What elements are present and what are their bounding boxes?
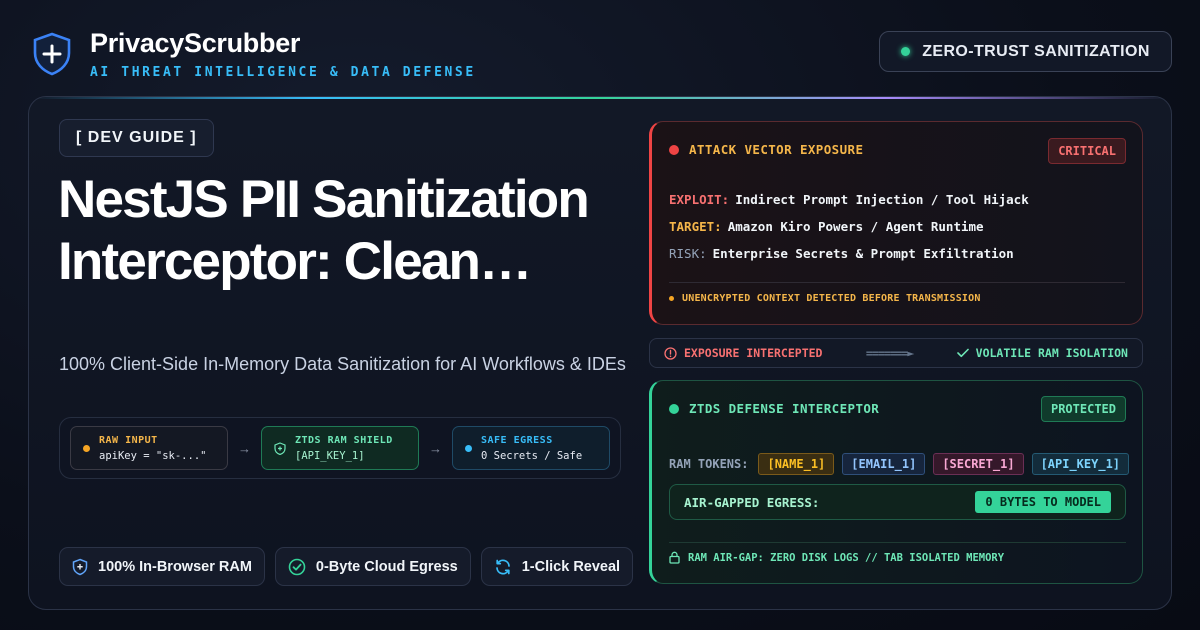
stage-title: ZTDS RAM SHIELD (295, 434, 393, 446)
page-subtitle: 100% Client-Side In-Memory Data Sanitiza… (59, 354, 626, 374)
pipeline-stage-ram-shield: ZTDS RAM SHIELD [API_KEY_1] (261, 426, 419, 470)
brand-tagline: AI THREAT INTELLIGENCE & DATA DEFENSE (90, 65, 476, 80)
ztds-footer: RAM AIR-GAP: ZERO DISK LOGS // TAB ISOLA… (669, 551, 1004, 564)
shield-plus-icon (72, 558, 88, 575)
sanitization-pipeline: RAW INPUT apiKey = "sk-..." → ZTDS RAM S… (59, 417, 621, 479)
red-dot-icon (669, 144, 679, 155)
ztds-footer-text: RAM AIR-GAP: ZERO DISK LOGS // TAB ISOLA… (688, 551, 1005, 564)
strip-left-label: EXPOSURE INTERCEPTED (684, 346, 823, 360)
divider (669, 282, 1125, 283)
attack-details: EXPLOIT: Indirect Prompt Injection / Tool… (669, 192, 1029, 261)
feature-label: 100% In-Browser RAM (98, 558, 252, 575)
dev-guide-badge: [ DEV GUIDE ] (59, 119, 214, 157)
feature-pills: 100% In-Browser RAM 0-Byte Cloud Egress … (59, 547, 634, 586)
critical-badge: CRITICAL (1048, 138, 1126, 164)
check-icon (956, 348, 969, 358)
brand-name: PrivacyScrubber (90, 28, 301, 58)
attack-vector-panel: ATTACK VECTOR EXPOSURE CRITICAL EXPLOIT:… (649, 121, 1143, 325)
row-value: Indirect Prompt Injection / Tool Hijack (735, 192, 1029, 207)
feature-label: 1-Click Reveal (521, 558, 621, 575)
page-title: NestJS PII Sanitization Interceptor: Cle… (58, 170, 590, 291)
pipeline-stage-safe-egress: SAFE EGRESS 0 Secrets / Safe (452, 426, 610, 470)
check-circle-icon (288, 558, 306, 575)
feature-pill-one-click-reveal: 1-Click Reveal (480, 547, 634, 586)
ztds-defense-panel: ZTDS DEFENSE INTERCEPTOR PROTECTED RAM T… (649, 380, 1143, 584)
shield-plus-icon (274, 441, 286, 455)
attack-row-risk: RISK: Enterprise Secrets & Prompt Exfiltr… (669, 246, 1029, 261)
stage-value: [API_KEY_1] (295, 449, 365, 462)
amber-dot-icon (669, 296, 674, 301)
strip-right: VOLATILE RAM ISOLATION (956, 346, 1128, 360)
row-value: Enterprise Secrets & Prompt Exfiltration (712, 246, 1014, 261)
feature-label: 0-Byte Cloud Egress (315, 558, 458, 575)
attack-row-exploit: EXPLOIT: Indirect Prompt Injection / Tool… (669, 192, 1029, 207)
flow-arrow: =======► (865, 346, 914, 360)
ram-tokens-label: RAM TOKENS: (669, 457, 749, 471)
row-key: EXPLOIT: (669, 192, 730, 207)
attack-footer: UNENCRYPTED CONTEXT DETECTED BEFORE TRAN… (669, 293, 981, 304)
shield-logo-icon (33, 32, 71, 76)
divider (669, 542, 1126, 543)
interception-strip: EXPOSURE INTERCEPTED =======► VOLATILE R… (649, 338, 1143, 368)
refresh-icon (495, 558, 510, 575)
feature-pill-in-browser-ram: 100% In-Browser RAM (59, 547, 265, 586)
token-chip: [NAME_1] (758, 453, 835, 475)
token-chip: [API_KEY_1] (1031, 453, 1130, 475)
row-value: Amazon Kiro Powers / Agent Runtime (727, 219, 984, 234)
egress-label: AIR-GAPPED EGRESS: (684, 494, 820, 510)
panel-title: ATTACK VECTOR EXPOSURE (689, 142, 864, 157)
panel-header: ATTACK VECTOR EXPOSURE (669, 142, 863, 157)
arrow-right-icon: → (429, 440, 442, 456)
status-dot-icon (901, 47, 911, 56)
stage-title: RAW INPUT (99, 434, 158, 446)
air-gapped-egress: AIR-GAPPED EGRESS: 0 BYTES TO MODEL (669, 484, 1126, 520)
ram-tokens: RAM TOKENS: [NAME_1] [EMAIL_1] [SECRET_1… (669, 453, 1130, 475)
stage-value: 0 Secrets / Safe (481, 449, 583, 462)
lock-icon (669, 551, 680, 564)
feature-pill-cloud-egress: 0-Byte Cloud Egress (274, 547, 471, 586)
zero-trust-status-pill: ZERO-TRUST SANITIZATION (879, 31, 1172, 72)
zero-trust-status-label: ZERO-TRUST SANITIZATION (922, 42, 1150, 60)
row-key: TARGET: (669, 219, 722, 234)
arrow-right-icon: → (238, 440, 251, 456)
stage-title: SAFE EGRESS (481, 434, 553, 446)
alert-circle-icon (664, 346, 677, 360)
row-key: RISK: (669, 246, 707, 261)
egress-value-badge: 0 BYTES TO MODEL (975, 491, 1111, 513)
main-card: [ DEV GUIDE ] NestJS PII Sanitization In… (28, 96, 1172, 610)
brand-text: PrivacyScrubber AI THREAT INTELLIGENCE &… (90, 28, 476, 80)
sky-dot-icon (465, 444, 472, 452)
token-chip: [SECRET_1] (933, 453, 1024, 475)
strip-right-label: VOLATILE RAM ISOLATION (975, 346, 1128, 360)
strip-left: EXPOSURE INTERCEPTED (664, 346, 822, 360)
brand: PrivacyScrubber AI THREAT INTELLIGENCE &… (32, 28, 476, 80)
attack-row-target: TARGET: Amazon Kiro Powers / Agent Runtim… (669, 219, 1029, 234)
pipeline-stage-raw-input: RAW INPUT apiKey = "sk-..." (70, 426, 228, 470)
token-chip: [EMAIL_1] (842, 453, 926, 475)
panel-title: ZTDS DEFENSE INTERCEPTOR (689, 401, 880, 416)
protected-badge: PROTECTED (1040, 396, 1126, 422)
panel-header: ZTDS DEFENSE INTERCEPTOR (669, 401, 879, 416)
stage-value: apiKey = "sk-..." (99, 449, 207, 462)
green-dot-icon (669, 403, 679, 414)
attack-footer-text: UNENCRYPTED CONTEXT DETECTED BEFORE TRAN… (682, 293, 981, 304)
amber-dot-icon (83, 444, 90, 452)
